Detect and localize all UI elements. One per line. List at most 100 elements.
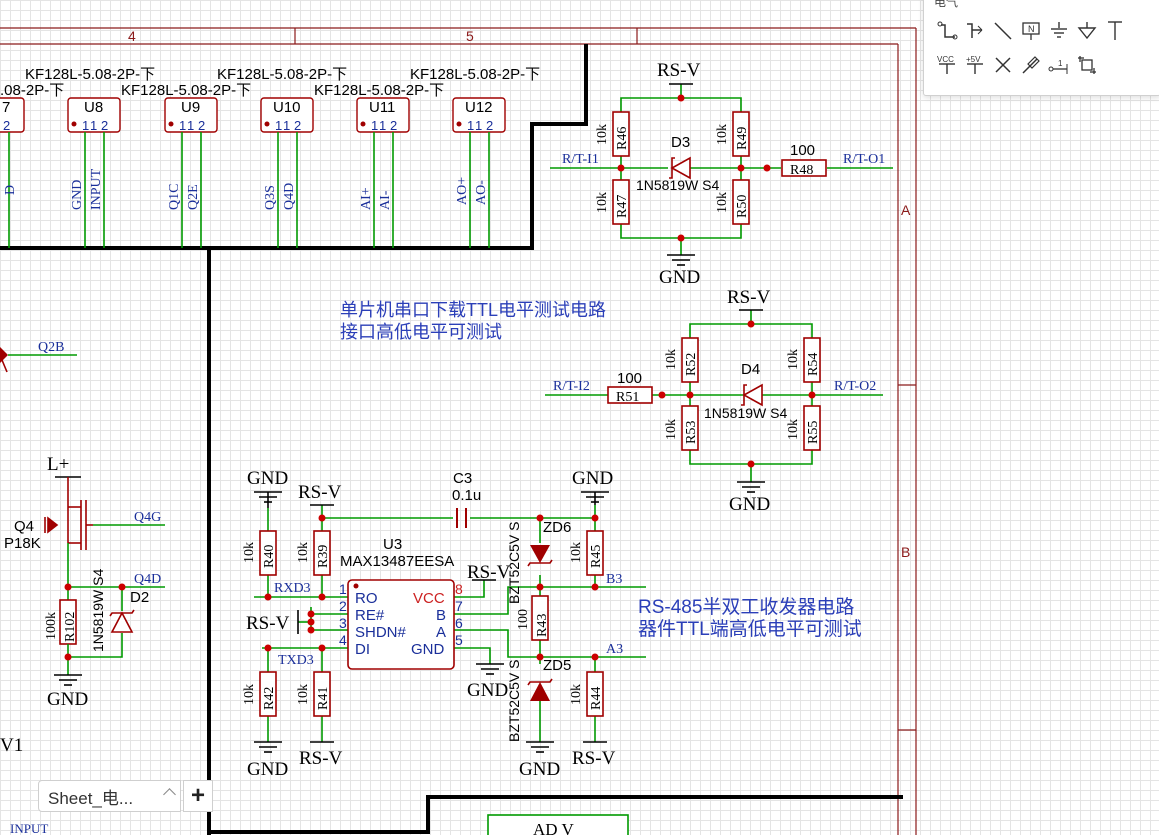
pin-num: 8: [455, 581, 463, 597]
vcc-glyph: VCC: [937, 55, 954, 64]
connector-pin1: 1: [467, 118, 474, 133]
capacitor-icon[interactable]: [456, 508, 467, 528]
connector-u10[interactable]: U10 1 1 2 Q3S Q4D: [260, 97, 314, 248]
series-resistor-value: 100: [790, 142, 815, 159]
ttl-test-circuit-1[interactable]: RS-V GND R46 10k R49 10k R47 10k R50 10k…: [550, 60, 893, 288]
plus5v-icon[interactable]: +5V: [962, 52, 988, 78]
schottky-diode-icon[interactable]: [741, 383, 763, 407]
connector-ref: U10: [273, 99, 301, 116]
capacitor-value: 0.1u: [452, 487, 481, 504]
resistor-ref-r55: R55: [806, 421, 821, 444]
resistor-ref-r53: R53: [684, 421, 699, 444]
net-label: AI-: [378, 190, 393, 210]
connector-pin1: 1: [371, 118, 378, 133]
region-icon[interactable]: [1074, 52, 1100, 78]
zener-diode-icon[interactable]: [527, 545, 553, 567]
ground-label: GND: [659, 267, 700, 288]
power-label: RS-V: [572, 748, 616, 769]
no-connect-icon[interactable]: [990, 52, 1016, 78]
diode-part: 1N5819W S4: [636, 177, 719, 193]
schottky-diode-icon[interactable]: [669, 156, 691, 180]
ground-triangle-icon[interactable]: [1074, 18, 1100, 44]
zener-ref-zd5: ZD5: [543, 657, 571, 674]
power-port-icon[interactable]: [1102, 18, 1128, 44]
chevron-up-icon[interactable]: [163, 788, 176, 801]
resistor-ref-r45: R45: [589, 545, 604, 568]
sheet-frame: [0, 27, 917, 835]
resistor-value: 10k: [664, 419, 679, 440]
pin-num: 3: [339, 615, 347, 631]
block-separator: [0, 44, 903, 835]
pin-name: B: [436, 607, 446, 624]
resistor-ref-r102: R102: [63, 612, 78, 642]
rs485-transceiver-circuit[interactable]: GND RS-V R40 10k R39 10k C3 0.1u U3 MAX1…: [242, 468, 646, 780]
net-label-input: INPUT: [10, 821, 48, 835]
net-label: AO-: [474, 180, 489, 205]
wire-icon[interactable]: [934, 18, 960, 44]
supply-label: L+: [47, 454, 69, 475]
resistor-ref-r40: R40: [262, 545, 277, 568]
diode-part: 1N5819W S4: [704, 405, 787, 421]
pin-num: 6: [455, 615, 463, 631]
connector-u11[interactable]: U11 1 1 2 AI+ AI-: [356, 97, 410, 248]
net-label-in: R/T-I1: [562, 152, 599, 167]
series-resistor-value: 100: [617, 370, 642, 387]
zener-diode-icon[interactable]: [527, 678, 553, 701]
connector-pin2: 2: [486, 118, 493, 133]
ground-label: GND: [467, 680, 508, 701]
bus-icon[interactable]: [962, 18, 988, 44]
pin-num: 2: [339, 598, 347, 614]
resistor-value: 10k: [569, 542, 584, 563]
output-driver-circuit[interactable]: Q2B L+ Q4G Q4 P18K Q4D R102 100k D2 1N58…: [0, 340, 165, 835]
ic-u3[interactable]: U3 MAX13487EESA 1 RO 2 RE# 3 SHDN# 4 DI …: [339, 536, 463, 670]
resistor-ref-r41: R41: [316, 687, 331, 710]
probe-icon[interactable]: [1018, 52, 1044, 78]
pin-num: 7: [455, 598, 463, 614]
ground-icon[interactable]: [1046, 18, 1072, 44]
zener-part: BZT52C5V S: [506, 522, 522, 604]
power-label: RS-V: [246, 613, 290, 634]
net-label: Q3S: [263, 185, 278, 210]
add-sheet-button[interactable]: +: [183, 780, 213, 812]
connector-ref: U11: [369, 99, 395, 116]
sheet-tab-label: Sheet_电...: [48, 788, 134, 808]
series-resistor-ref: R48: [790, 163, 813, 178]
frame-row-a: A: [901, 202, 911, 218]
resistor-ref-r49: R49: [735, 127, 750, 150]
resistor-ref-r54: R54: [806, 353, 821, 376]
sheet-tab[interactable]: Sheet_电...: [38, 780, 181, 812]
connector-u9[interactable]: U9 1 1 2 Q1C Q2E: [164, 97, 218, 248]
netlabel-icon[interactable]: N: [1018, 18, 1044, 44]
connector-u12[interactable]: U12 1 1 2 AO+ AO-: [452, 97, 506, 248]
resistor-value: 10k: [715, 192, 730, 213]
zener-diode-icon[interactable]: [109, 609, 135, 633]
connector-pin1-label: 1: [379, 118, 386, 133]
connector-pin1-label: 1: [475, 118, 482, 133]
connector-u8[interactable]: U8 1 1 2 GND INPUT: [67, 97, 121, 248]
resistor-ref-r44: R44: [589, 687, 604, 710]
net-label-a3: A3: [606, 642, 623, 657]
vcc-icon[interactable]: VCC: [934, 52, 960, 78]
ad-v-label: AD V: [533, 820, 574, 835]
power-label: RS-V: [299, 748, 343, 769]
connector-left-net: D: [3, 185, 18, 195]
ground-label: GND: [47, 689, 88, 710]
ttl-note-line1: 单片机串口下载TTL电平测试电路: [340, 300, 606, 320]
resistor-ref-r47: R47: [615, 195, 630, 218]
series-resistor-ref: R51: [616, 390, 639, 405]
connector-pin1: 1: [82, 118, 89, 133]
resistor-value: 10k: [664, 349, 679, 370]
plus5v-glyph: +5V: [966, 55, 981, 64]
connector-row[interactable]: KF128L-5.08-2P-下 KF128L-5.08-2P-下 KF128L…: [0, 66, 540, 248]
net-label-rxd3: RXD3: [274, 581, 311, 596]
pin-num: 5: [455, 632, 463, 648]
resistor-value: 10k: [715, 124, 730, 145]
net-label-q4g: Q4G: [134, 510, 161, 525]
net-port-icon[interactable]: 1: [1046, 52, 1072, 78]
mosfet-icon[interactable]: [44, 477, 93, 550]
resistor-value: 10k: [296, 684, 311, 705]
schematic-canvas[interactable]: 4 5 A B KF128L-5.08-2P-下 KF128L-5.08-2P-…: [0, 0, 1159, 835]
line-icon[interactable]: [990, 18, 1016, 44]
net-label-txd3: TXD3: [278, 653, 314, 668]
ic-part: MAX13487EESA: [340, 553, 454, 570]
